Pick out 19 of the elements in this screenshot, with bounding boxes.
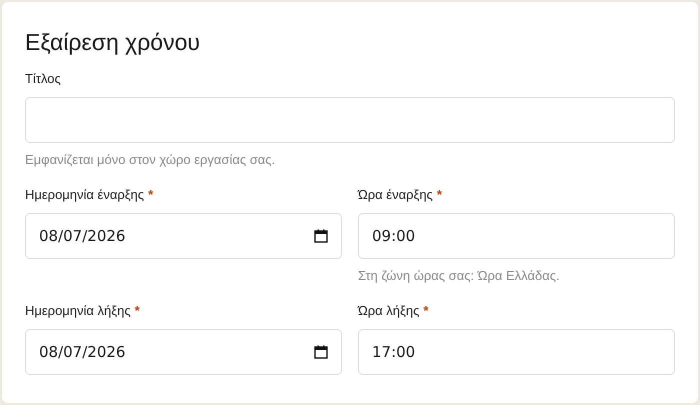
date-field[interactable]: 08/07/2026 xyxy=(25,213,342,259)
calendar-icon[interactable] xyxy=(314,345,328,359)
field-label: Τίτλος xyxy=(25,70,61,88)
required-mark: * xyxy=(436,186,442,204)
date-field[interactable]: 08/07/2026 xyxy=(25,329,342,375)
text-field[interactable] xyxy=(25,97,675,143)
field-label: Ημερομηνία έναρξης xyxy=(25,186,144,204)
required-mark: * xyxy=(423,302,428,320)
field-hint: Εμφανίζεται μόνο στον χώρο εργασίας σας. xyxy=(25,152,276,168)
form-title: Εξαίρεση χρόνου xyxy=(25,28,201,56)
field-hint: Στη ζώνη ώρας σας: Ώρα Ελλάδας. xyxy=(358,268,561,284)
field-label: Ημερομηνία λήξης xyxy=(25,302,131,320)
field-label: Ώρα έναρξης xyxy=(358,186,433,204)
time-field[interactable]: 09:00 xyxy=(358,213,675,259)
required-mark: * xyxy=(134,302,140,320)
field-label: Ώρα λήξης xyxy=(358,302,420,320)
time-field[interactable]: 17:00 xyxy=(358,329,675,375)
required-mark: * xyxy=(148,186,154,204)
calendar-icon[interactable] xyxy=(314,229,328,243)
